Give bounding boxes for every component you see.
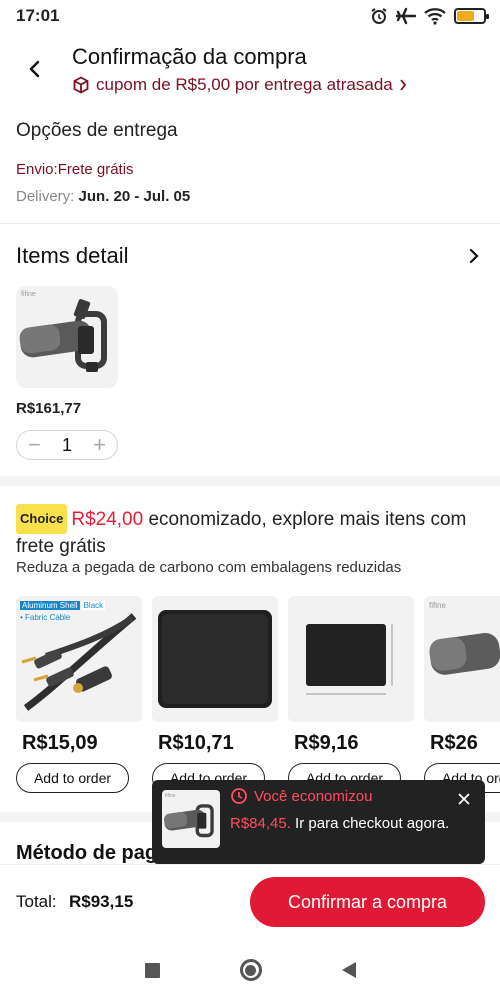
product-price: R$15,09 [22,732,98,754]
mouse-pad-dimensions-image [306,624,393,695]
product-image[interactable]: Aluminum Shell Black • Fabric Cable [16,596,142,722]
chevron-right-icon [469,248,479,264]
toast-saved-amount: R$84,45. [230,815,291,832]
product-image[interactable]: fifine [16,286,118,388]
product-tag: Aluminum Shell [20,601,80,610]
microphone-image [19,299,107,372]
add-to-order-button[interactable]: Add to order [16,763,129,793]
delivery-options-section: Opções de entrega Envio:Frete grátis Del… [0,112,500,224]
product-brand: fifine [165,793,176,799]
items-detail-section: Items detail fifine R$161,77 − 1 + [0,226,500,476]
chevron-left-icon [29,60,40,78]
choice-badge: Choice [16,504,68,534]
quantity-value: 1 [61,434,72,455]
choice-headline: Choice R$24,00 economizado, explore mais … [16,504,486,560]
toast-product-image: fifine [162,790,220,848]
product-image[interactable] [288,596,414,722]
checkout-footer: Total: R$93,15 Confirmar a compra [0,864,500,940]
toast-close-button[interactable] [455,790,473,808]
recommended-product[interactable]: fifine R$26 Add to order [424,596,500,793]
late-delivery-coupon[interactable]: cupom de R$5,00 por entrega atrasada [72,75,407,95]
shipping-method: Envio:Frete grátis [16,161,134,178]
section-divider [0,476,500,486]
product-price: R$9,16 [294,732,359,754]
chevron-right-icon [400,79,406,91]
mouse-pad-image [158,610,272,708]
battery-level [457,11,474,21]
choice-subtitle: Reduza a pegada de carbono com embalagen… [16,559,402,576]
home-button[interactable] [239,959,262,981]
toast-title: Você economizou [230,787,372,805]
recents-button[interactable] [144,962,160,978]
status-icons [370,7,489,25]
toast-message[interactable]: R$84,45. Ir para checkout agora. [230,811,450,837]
quantity-increase-button[interactable]: + [93,434,106,456]
cube-icon [73,76,89,94]
product-tag-color: Black [81,601,106,610]
delivery-dates-value: Jun. 20 - Jul. 05 [78,188,191,205]
back-button[interactable] [20,54,50,84]
recommended-products-list[interactable]: Aluminum Shell Black • Fabric Cable R$15… [16,596,500,796]
product-price: R$161,77 [16,400,82,417]
airplane-mode-icon [396,7,416,25]
recommended-product[interactable]: R$9,16 Add to order [288,596,414,793]
confirm-purchase-button[interactable]: Confirmar a compra [250,877,485,927]
status-bar: 17:01 [0,0,500,32]
savings-toast[interactable]: fifine Você economizou R$84,45. Ir para … [152,780,485,872]
delivery-options-title: Opções de entrega [16,120,178,141]
header: Confirmação da compra cupom de R$5,00 po… [0,40,500,108]
product-image[interactable]: fifine [424,596,500,722]
close-icon [458,793,470,805]
quantity-decrease-button[interactable]: − [28,434,41,456]
recommended-product[interactable]: R$10,71 Add to order [152,596,278,793]
total-value: R$93,15 [69,892,134,911]
microphone-image [429,632,500,675]
battery-icon [454,8,489,24]
status-time: 17:01 [16,6,60,25]
page-title: Confirmação da compra [72,44,307,69]
product-brand: fifine [21,291,36,298]
back-nav-button[interactable] [341,962,356,978]
product-brand: fifine [429,601,446,610]
product-price: R$10,71 [158,732,234,754]
alarm-icon [371,8,387,24]
quantity-stepper: − 1 + [16,430,118,460]
choice-saved-amount: R$24,00 [71,509,144,530]
product-image[interactable] [152,596,278,722]
recommended-product[interactable]: Aluminum Shell Black • Fabric Cable R$15… [16,596,142,793]
wifi-icon [424,8,446,25]
total-label: Total: [16,892,57,911]
delivery-dates: Delivery: Jun. 20 - Jul. 05 [16,188,190,205]
clock-icon [231,788,247,804]
product-tag-secondary: • Fabric Cable [20,613,71,622]
system-navigation-bar [0,940,500,1000]
product-price: R$26 [430,732,478,754]
toast-message-text: Ir para checkout agora. [290,815,450,832]
toast-title-text: Você economizou [254,787,373,805]
items-detail-title: Items detail [16,243,129,268]
delivery-dates-label: Delivery: [16,188,75,205]
choice-section: Choice R$24,00 economizado, explore mais … [0,496,500,796]
coupon-text: cupom de R$5,00 por entrega atrasada [96,75,393,94]
items-detail-expand-button[interactable] [464,244,484,268]
